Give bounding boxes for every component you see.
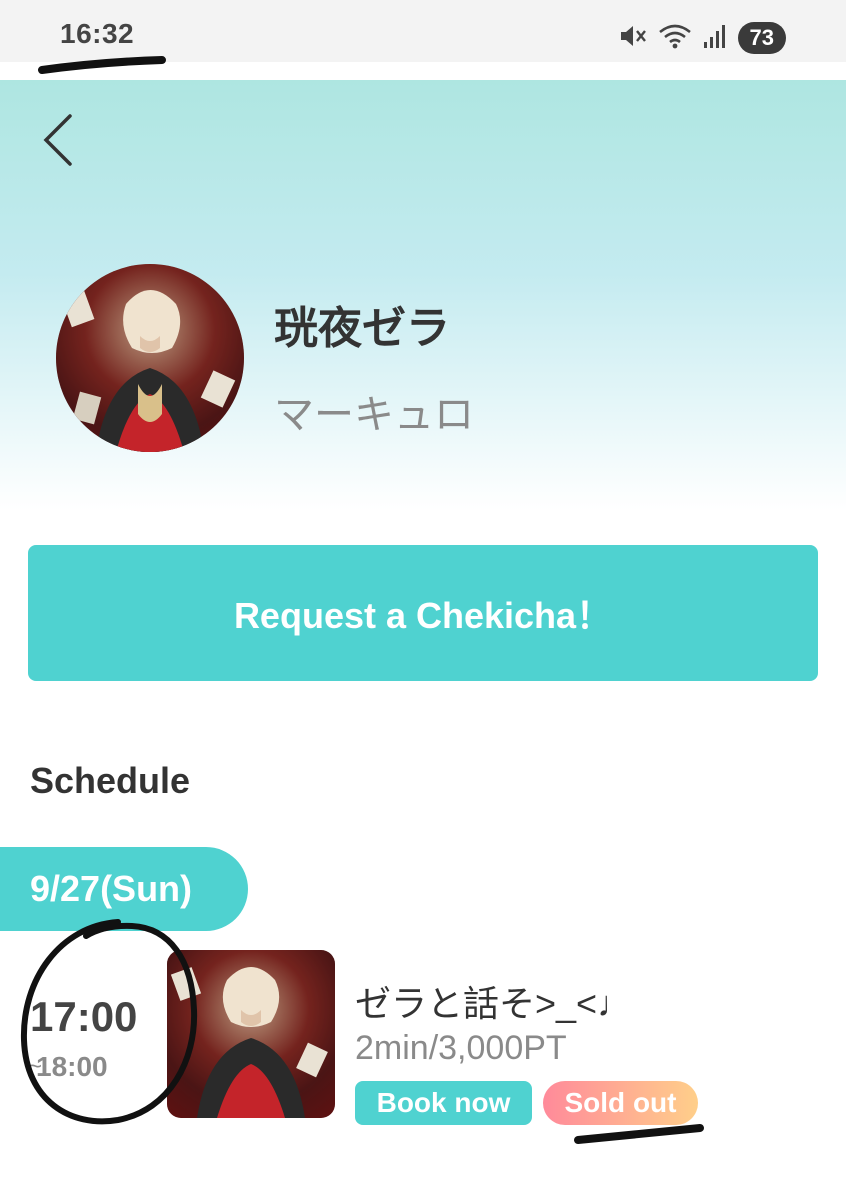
- book-now-button[interactable]: Book now: [355, 1081, 532, 1125]
- slot-title: ゼラと話そ>_<♩: [355, 983, 634, 1024]
- sold-out-underline-mark: [574, 1124, 704, 1144]
- mute-icon: [618, 22, 648, 55]
- sold-out-badge: Sold out: [543, 1081, 698, 1125]
- slot-price: 2min/3,000PT: [355, 1029, 567, 1067]
- profile-group: マーキュロ: [274, 393, 474, 437]
- slot-end-time: 18:00: [36, 1051, 108, 1082]
- status-icons: 73: [618, 18, 786, 58]
- avatar: [56, 264, 244, 452]
- slot-thumbnail-image: [167, 950, 335, 1118]
- battery-badge: 73: [737, 22, 786, 54]
- wifi-icon: [658, 22, 692, 55]
- avatar-image: [56, 264, 244, 452]
- chevron-left-icon: [43, 114, 72, 166]
- back-button[interactable]: [40, 112, 80, 168]
- signal-icon: [702, 22, 728, 55]
- request-chekicha-button[interactable]: Request a Chekicha！: [28, 545, 818, 681]
- date-pill: 9/27(Sun): [0, 847, 248, 931]
- status-time: 16:32: [60, 18, 135, 49]
- status-bar: 16:32 73: [0, 0, 846, 62]
- schedule-heading: Schedule: [30, 760, 191, 801]
- profile-name: 珖夜ゼラ: [274, 304, 450, 353]
- slot-thumbnail: [167, 950, 335, 1118]
- slot-start-time: 17:00: [30, 993, 138, 1040]
- schedule-slot: 17:00 ~ 18:00 ゼラと話そ>_<♩ 2min/3,000PT Boo…: [0, 945, 846, 1125]
